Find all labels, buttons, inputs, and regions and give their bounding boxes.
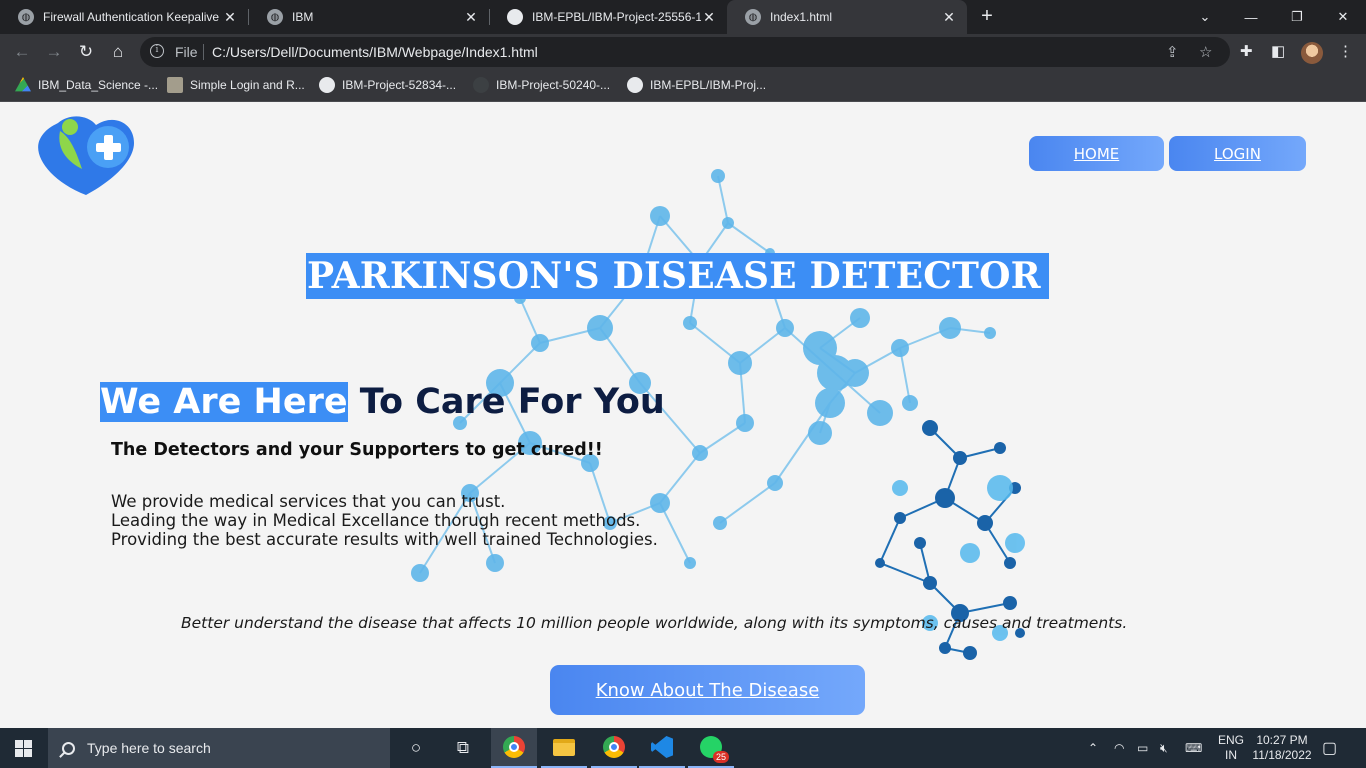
bookmark-label: Simple Login and R... [190,78,305,92]
tagline: We Are Here To Care For You [100,379,665,425]
bookmark-label: IBM-Project-52834-... [342,78,457,92]
windows-start-icon[interactable] [15,740,32,757]
address-url[interactable]: C:/Users/Dell/Documents/IBM/Webpage/Inde… [212,44,538,60]
github-icon [627,77,643,93]
keyboard-icon[interactable]: ⌨ [1185,728,1202,768]
web-page: HOME LOGIN PARKINSON'S DISEASE DETECTOR … [0,103,1366,728]
bookmark-label: IBM_Data_Science -... [38,78,159,92]
globe-icon: ◍ [267,9,283,25]
description-line: We provide medical services that you can… [111,492,506,511]
page-title: PARKINSON'S DISEASE DETECTOR [306,253,1049,299]
bookmark-label: IBM-EPBL/IBM-Proj... [650,78,767,92]
close-icon[interactable]: ✕ [463,9,479,26]
show-hidden-icons-chevron[interactable]: ⌃ [1088,728,1098,768]
address-divider [203,44,204,60]
close-icon[interactable]: ✕ [941,9,957,26]
vscode-icon [651,736,673,758]
address-scheme-label: File [175,44,198,60]
close-window-icon[interactable]: ✕ [1320,0,1366,34]
region-label: IN [1225,748,1237,762]
browser-tab-strip: ◍ Firewall Authentication Keepalive ✕ ◍ … [0,0,1366,34]
bookmark-label: IBM-Project-50240-... [496,78,611,92]
battery-icon[interactable]: ▭ [1137,728,1148,768]
chrome-icon [603,736,625,758]
volume-muted-icon[interactable]: 🔇︎ [1160,728,1168,768]
forward-arrow-icon[interactable]: → [42,40,66,64]
windows-taskbar: Type here to search ○ ⧉ 25 ⌃ ◠ ▭ 🔇︎ ⌨ EN… [0,728,1366,768]
tab-title: IBM [292,10,314,24]
folder-icon [553,738,575,756]
bookmark-item[interactable]: IBM-EPBL/IBM-Proj... [627,77,766,93]
clock-time: 10:27 PM [1256,733,1308,747]
new-tab-icon[interactable]: + [976,6,998,28]
know-about-disease-button[interactable]: Know About The Disease [550,665,865,715]
extensions-puzzle-icon[interactable]: ✚ [1240,42,1253,60]
file-explorer-taskbar-icon[interactable] [541,728,587,768]
share-icon[interactable]: ⇪ [1166,43,1179,61]
home-icon[interactable]: ⌂ [106,40,130,64]
page-thumbnail-icon [167,77,183,93]
cortana-circle-icon[interactable]: ○ [393,728,439,768]
task-view-icon[interactable]: ⧉ [440,728,486,768]
description-line: Leading the way in Medical Excellance th… [111,511,641,530]
info-icon[interactable]: i [150,44,164,58]
address-bar[interactable]: i File C:/Users/Dell/Documents/IBM/Webpa… [140,37,1230,67]
bookmark-item[interactable]: IBM_Data_Science -... [15,77,158,93]
language-indicator[interactable]: ENG IN [1217,728,1245,768]
close-icon[interactable]: ✕ [701,9,717,26]
wifi-icon[interactable]: ◠ [1114,728,1124,768]
profile-avatar[interactable] [1301,42,1323,64]
clock-date: 11/18/2022 [1252,748,1312,762]
bookmarks-bar: IBM_Data_Science -... Simple Login and R… [0,70,1366,102]
disease-quote: Better understand the disease that affec… [181,614,1128,632]
subheading: The Detectors and your Supporters to get… [111,440,603,460]
search-icon [62,741,75,755]
menu-kebab-icon[interactable]: ⋮ [1338,42,1353,60]
restore-icon[interactable]: ❐ [1274,0,1320,34]
notifications-icon[interactable]: ▢ [1322,728,1337,768]
bookmark-star-icon[interactable]: ☆ [1199,43,1212,61]
tab-index1[interactable]: ◍ Index1.html ✕ [727,0,967,34]
tab-ibm[interactable]: ◍ IBM ✕ [249,0,489,34]
github-icon [319,77,335,93]
tab-github-project[interactable]: IBM-EPBL/IBM-Project-25556-16 ✕ [489,0,727,34]
tab-title: Firewall Authentication Keepalive [43,10,220,24]
chrome-profile-taskbar-icon[interactable] [591,728,637,768]
google-drive-icon [15,77,31,92]
reload-icon[interactable]: ↻ [74,40,98,64]
nav-login-link[interactable]: LOGIN [1169,136,1306,171]
side-panel-icon[interactable]: ◧ [1271,42,1285,60]
globe-icon: ◍ [18,9,34,25]
back-arrow-icon[interactable]: ← [10,40,34,64]
taskbar-search-box[interactable]: Type here to search [48,728,390,768]
nav-home-link[interactable]: HOME [1029,136,1164,171]
notification-badge: 25 [712,751,729,763]
tab-title: Index1.html [770,10,833,24]
close-icon[interactable]: ✕ [222,9,238,26]
github-icon [507,9,523,25]
tagline-highlight: We Are Here [100,382,348,422]
chrome-taskbar-icon[interactable] [491,728,537,768]
bookmark-item[interactable]: Simple Login and R... [167,77,305,93]
bookmark-item[interactable]: IBM-Project-52834-... [319,77,456,93]
whatsapp-icon: 25 [700,736,729,763]
github-icon [473,77,489,93]
browser-toolbar: ← → ↻ ⌂ i File C:/Users/Dell/Documents/I… [0,34,1366,70]
vscode-taskbar-icon[interactable] [639,728,685,768]
minimize-icon[interactable]: — [1228,0,1274,34]
clock[interactable]: 10:27 PM 11/18/2022 [1250,728,1314,768]
globe-icon: ◍ [745,9,761,25]
bookmark-item[interactable]: IBM-Project-50240-... [473,77,610,93]
tab-firewall[interactable]: ◍ Firewall Authentication Keepalive ✕ [0,0,248,34]
search-placeholder: Type here to search [87,740,211,756]
language-label: ENG [1217,733,1244,747]
whatsapp-taskbar-icon[interactable]: 25 [688,728,734,768]
chrome-icon [503,736,525,758]
heart-plus-logo [38,116,135,195]
tab-search-chevron-icon[interactable]: ⌄ [1182,0,1228,34]
description-line: Providing the best accurate results with… [111,530,658,549]
tab-title: IBM-EPBL/IBM-Project-25556-16 [532,10,701,24]
tagline-rest: To Care For You [347,382,665,422]
